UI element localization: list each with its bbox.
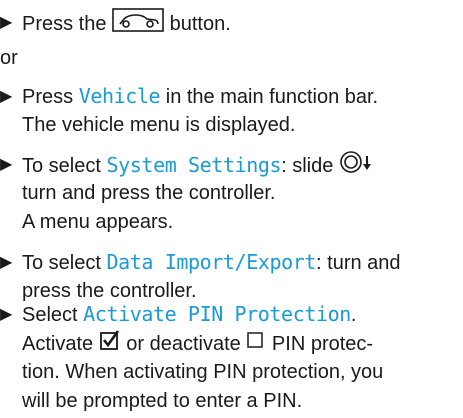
step3-instruction-text: turn and press the controller. — [22, 182, 276, 204]
instruction-page: ▶ Press the button. or ▶ Press Vehicle i… — [0, 0, 463, 418]
step3-text-pre: To select — [22, 154, 101, 177]
step3-text-post: : slide — [281, 154, 334, 177]
step4-text-post: : turn and — [316, 252, 401, 274]
data-import-export-term: Data Import/Export — [106, 250, 317, 274]
bullet-arrow-icon: ▶ — [0, 88, 13, 105]
checkbox-checked-icon — [99, 329, 121, 360]
step5-deactivate-text: or deactivate — [126, 332, 241, 355]
checkbox-unchecked-icon — [246, 330, 266, 359]
step5-activate-text: Activate — [22, 332, 94, 355]
step5-prompt-text: will be prompted to enter a PIN. — [22, 390, 303, 412]
step1-text-post: button. — [169, 12, 231, 35]
bullet-arrow-icon: ▶ — [0, 14, 13, 31]
step5-pin-protec-text: PIN protec- — [271, 332, 374, 355]
activate-pin-protection-term: Activate PIN Protection — [83, 302, 351, 326]
or-separator: or — [0, 47, 18, 69]
bullet-arrow-icon: ▶ — [0, 254, 13, 271]
step3-result-text: A menu appears. — [22, 211, 174, 233]
bullet-arrow-icon: ▶ — [0, 306, 13, 323]
step5-text-post: . — [350, 304, 357, 326]
step2-text-pre: Press — [22, 86, 74, 108]
step4-text-pre: To select — [22, 252, 101, 274]
step2-result-text: The vehicle menu is displayed. — [22, 114, 296, 136]
vehicle-icon — [112, 8, 164, 41]
controller-slide-down-icon — [339, 150, 373, 183]
system-settings-term: System Settings — [106, 152, 282, 177]
step5-detail-text: tion. When activating PIN protection, yo… — [22, 361, 384, 383]
bullet-arrow-icon: ▶ — [0, 156, 13, 173]
step2-text-post: in the main function bar. — [165, 86, 379, 108]
step5-text-pre: Select — [22, 304, 78, 326]
step1-text-pre: Press the — [22, 12, 107, 35]
vehicle-menu-term: Vehicle — [78, 84, 161, 108]
